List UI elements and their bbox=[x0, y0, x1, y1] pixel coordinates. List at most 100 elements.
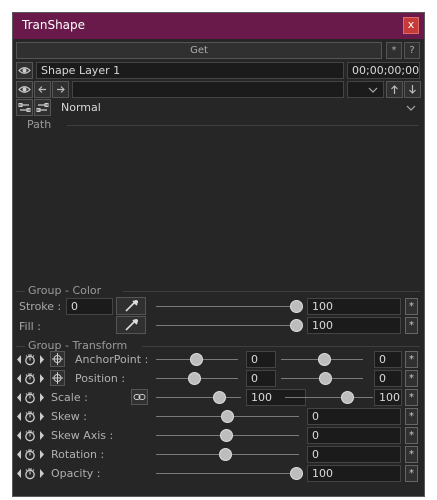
skewaxis-star-button[interactable]: * bbox=[405, 427, 418, 444]
anchor-target-icon bbox=[52, 372, 63, 384]
get-star-button[interactable]: * bbox=[386, 42, 402, 59]
position-label: Position : bbox=[75, 372, 126, 385]
stroke-slider-track[interactable] bbox=[156, 306, 296, 307]
stroke-color-picker[interactable] bbox=[116, 297, 146, 315]
help-button[interactable]: ? bbox=[404, 42, 420, 59]
fill-color-picker[interactable] bbox=[116, 316, 146, 334]
position-keyframe-controls[interactable] bbox=[16, 372, 46, 385]
scale-y-slider-track[interactable] bbox=[285, 397, 373, 398]
skew-keyframe-controls[interactable] bbox=[16, 410, 46, 423]
skewaxis-value-field[interactable]: 0 bbox=[307, 427, 401, 444]
rotation-slider-knob[interactable] bbox=[219, 448, 232, 461]
skew-star-button[interactable]: * bbox=[405, 408, 418, 425]
color-divider bbox=[123, 291, 420, 292]
skew-slider-knob[interactable] bbox=[221, 410, 234, 423]
rotation-star-button[interactable]: * bbox=[405, 446, 418, 463]
anchorpoint-star-button[interactable]: * bbox=[405, 351, 418, 368]
scale-slider-track[interactable] bbox=[156, 397, 241, 398]
stopwatch-icon bbox=[17, 354, 44, 366]
anchorpoint-value-field[interactable]: 0 bbox=[246, 351, 276, 368]
transhape-panel: TranShape x Get * ? Shape Layer 1 00;00;… bbox=[12, 12, 425, 497]
anchorpoint-target-button[interactable] bbox=[50, 351, 65, 367]
path-select-field[interactable] bbox=[72, 81, 344, 98]
fill-star-button[interactable]: * bbox=[405, 317, 418, 334]
window-title: TranShape bbox=[22, 18, 86, 32]
fill-slider-knob[interactable] bbox=[290, 319, 303, 332]
stopwatch-icon bbox=[17, 392, 44, 404]
stopwatch-icon bbox=[17, 449, 44, 461]
layer-visibility-toggle[interactable] bbox=[16, 62, 33, 79]
timecode-field[interactable]: 00;00;00;00 bbox=[347, 62, 420, 79]
position-y-value-field[interactable]: 0 bbox=[374, 370, 402, 387]
arrow-left-icon bbox=[38, 86, 46, 93]
position-value-field[interactable]: 0 bbox=[246, 370, 276, 387]
transform-divider-left bbox=[16, 346, 25, 347]
skew-value-field[interactable]: 0 bbox=[307, 408, 401, 425]
transform-divider bbox=[142, 346, 420, 347]
anchorpoint-y-slider-knob[interactable] bbox=[318, 353, 331, 366]
eye-icon bbox=[18, 67, 31, 74]
arrow-up-icon bbox=[391, 85, 398, 94]
get-button[interactable]: Get bbox=[16, 42, 382, 59]
opacity-slider-knob[interactable] bbox=[290, 467, 303, 480]
position-star-button[interactable]: * bbox=[405, 370, 418, 387]
anchorpoint-y-value-field[interactable]: 0 bbox=[374, 351, 402, 368]
fill-opacity-field[interactable]: 100 bbox=[307, 317, 401, 334]
stopwatch-icon bbox=[17, 430, 44, 442]
opacity-label: Opacity : bbox=[51, 467, 101, 480]
scale-y-slider-knob[interactable] bbox=[341, 391, 354, 404]
opacity-value-field[interactable]: 100 bbox=[307, 465, 401, 482]
blend-mode-dropdown[interactable]: Normal bbox=[56, 99, 420, 116]
link-mode-icon bbox=[18, 103, 31, 112]
eye-icon bbox=[18, 86, 31, 93]
scale-y-value-field[interactable]: 100 bbox=[374, 389, 402, 406]
stroke-star-button[interactable]: * bbox=[405, 298, 418, 315]
blend-mode-value: Normal bbox=[61, 101, 101, 114]
skewaxis-label: Skew Axis : bbox=[51, 429, 114, 442]
close-button[interactable]: x bbox=[403, 17, 419, 34]
move-down-button[interactable] bbox=[404, 81, 421, 98]
path-dropdown[interactable] bbox=[347, 81, 384, 98]
eyedropper-icon bbox=[125, 319, 138, 331]
stroke-width-field[interactable]: 0 bbox=[66, 298, 113, 315]
next-button[interactable] bbox=[52, 81, 69, 98]
path-list-area[interactable] bbox=[16, 131, 420, 281]
rotation-keyframe-controls[interactable] bbox=[16, 448, 46, 461]
nav-visibility-toggle[interactable] bbox=[16, 81, 33, 98]
rotation-value-field[interactable]: 0 bbox=[307, 446, 401, 463]
arrow-down-icon bbox=[409, 85, 416, 94]
skewaxis-keyframe-controls[interactable] bbox=[16, 429, 46, 442]
stroke-slider-knob[interactable] bbox=[290, 300, 303, 313]
arrow-right-icon bbox=[57, 86, 65, 93]
position-y-slider-knob[interactable] bbox=[319, 372, 332, 385]
scale-label: Scale : bbox=[51, 391, 88, 404]
anchorpoint-keyframe-controls[interactable] bbox=[16, 353, 46, 366]
link-mode-button-2[interactable] bbox=[34, 99, 51, 116]
link-mode-button-1[interactable] bbox=[16, 99, 33, 116]
skewaxis-slider-knob[interactable] bbox=[220, 429, 233, 442]
color-group-label: Group - Color bbox=[28, 284, 102, 297]
scale-slider-knob[interactable] bbox=[213, 391, 226, 404]
fill-label: Fill : bbox=[19, 320, 41, 333]
opacity-star-button[interactable]: * bbox=[405, 465, 418, 482]
stroke-opacity-field[interactable]: 100 bbox=[307, 298, 401, 315]
position-slider-knob[interactable] bbox=[188, 372, 201, 385]
anchor-target-icon bbox=[52, 353, 63, 365]
link-icon bbox=[133, 394, 146, 400]
stopwatch-icon bbox=[17, 468, 44, 480]
position-target-button[interactable] bbox=[50, 370, 65, 386]
path-section-label: Path bbox=[27, 118, 52, 131]
fill-slider-track[interactable] bbox=[156, 325, 296, 326]
move-up-button[interactable] bbox=[386, 81, 403, 98]
opacity-keyframe-controls[interactable] bbox=[16, 467, 46, 480]
opacity-slider-track[interactable] bbox=[156, 473, 296, 474]
previous-button[interactable] bbox=[34, 81, 51, 98]
chevron-down-icon bbox=[406, 105, 416, 111]
link-mode-icon bbox=[36, 103, 49, 112]
scale-star-button[interactable]: * bbox=[405, 389, 418, 406]
layer-name-field[interactable]: Shape Layer 1 bbox=[36, 62, 344, 79]
scale-link-button[interactable] bbox=[131, 389, 148, 405]
stopwatch-icon bbox=[17, 411, 44, 423]
anchorpoint-slider-knob[interactable] bbox=[190, 353, 203, 366]
scale-keyframe-controls[interactable] bbox=[16, 391, 46, 404]
